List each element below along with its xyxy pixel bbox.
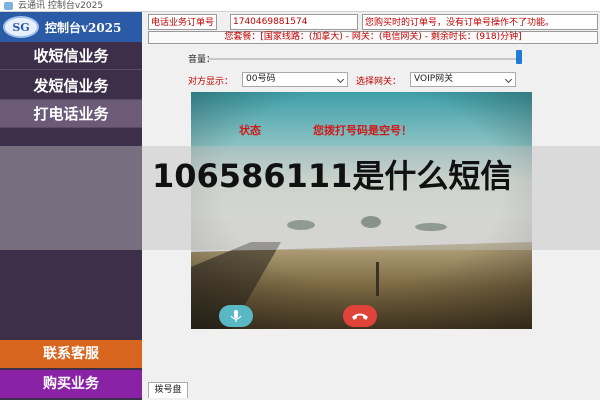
gateway-value: VOIP网关 (414, 74, 454, 84)
call-status-message: 您拨打号码是空号！ (313, 124, 412, 137)
sidebar-item-receive-sms[interactable]: 收短信业务 (0, 42, 142, 70)
volume-row: 音量： (180, 50, 530, 66)
overlay-banner: 106586111是什么短信 (0, 146, 600, 250)
overlay-title: 106586111是什么短信 (152, 157, 513, 195)
microphone-icon (230, 310, 242, 322)
sidebar-item-call[interactable]: 打电话业务 (0, 100, 142, 128)
hangup-button[interactable] (343, 305, 377, 327)
buy-service-button[interactable]: 购买业务 (0, 370, 142, 398)
chevron-down-icon (336, 75, 345, 84)
caller-display-label: 对方显示： (188, 77, 234, 87)
volume-slider-track[interactable] (208, 58, 520, 60)
window-titlebar: 云通讯 控制台v2025 (0, 0, 600, 12)
caller-display-value: 00号码 (246, 74, 276, 84)
logo-text: 控制台v2025 (45, 20, 122, 35)
chevron-down-icon (504, 75, 513, 84)
volume-slider-thumb[interactable] (516, 50, 522, 64)
order-number-input[interactable] (230, 14, 358, 30)
caller-display-select[interactable]: 00号码 (242, 72, 348, 87)
sidebar-item-send-sms[interactable]: 发短信业务 (0, 72, 142, 100)
gateway-select[interactable]: VOIP网关 (410, 72, 516, 87)
tab-dialpad[interactable]: 拨号盘 (148, 382, 188, 398)
logo: SG 控制台v2025 (0, 12, 142, 42)
call-status-label: 状态 (239, 124, 261, 137)
order-hint: 您购买时的订单号，没有订单号操作不了功能。 (362, 14, 598, 30)
gateway-label: 选择网关： (356, 77, 402, 87)
app-icon (4, 2, 13, 10)
logo-badge: SG (3, 16, 39, 38)
order-row: 电话业务订单号 您购买时的订单号，没有订单号操作不了功能。 (148, 14, 598, 30)
select-row: 对方显示： 00号码 选择网关： VOIP网关 (188, 72, 528, 88)
order-label: 电话业务订单号 (148, 14, 218, 30)
contact-support-button[interactable]: 联系客服 (0, 340, 142, 368)
mute-button[interactable] (219, 305, 253, 327)
window-title: 云通讯 控制台v2025 (18, 1, 104, 11)
package-info: 您套餐：[国家线路：(加拿大) - 网关：(电信网关) - 剩余时长：(918)… (148, 31, 598, 44)
phone-hangup-icon (352, 313, 368, 320)
